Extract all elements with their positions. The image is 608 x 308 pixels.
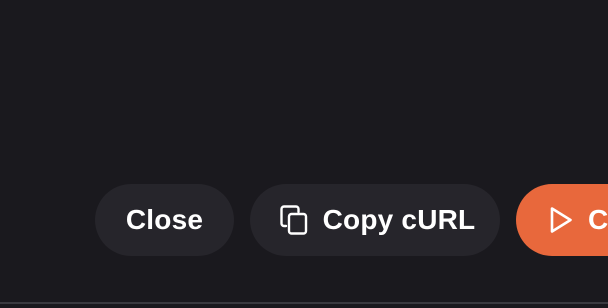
copy-curl-button[interactable]: Copy cURL <box>250 184 500 256</box>
dialog-footer-actions: Close Copy cURL C <box>0 0 608 308</box>
copy-icon <box>279 204 309 236</box>
bottom-divider <box>0 302 608 304</box>
close-button-label: Close <box>125 204 204 235</box>
play-icon <box>548 205 574 235</box>
run-button-label: C <box>588 204 608 235</box>
close-button[interactable]: Close <box>95 184 234 256</box>
dialog-viewport: Close Copy cURL C <box>0 0 608 308</box>
run-button[interactable]: C <box>516 184 608 256</box>
copy-curl-button-label: Copy cURL <box>322 204 476 235</box>
